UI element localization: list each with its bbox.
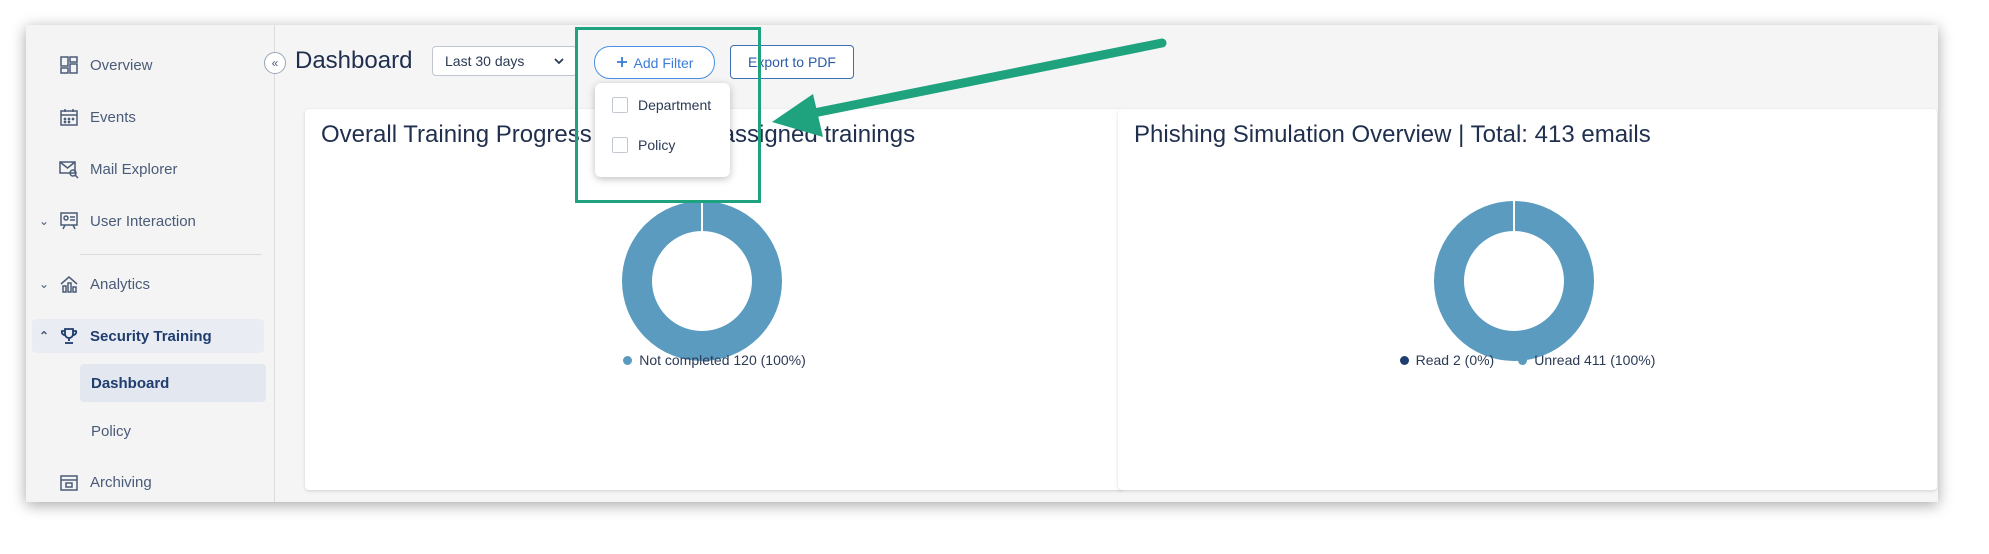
sidebar-subitem-policy[interactable]: Policy [80, 412, 266, 450]
sidebar-item-overview[interactable]: Overview [26, 48, 266, 82]
user-interaction-icon [58, 210, 80, 232]
chevron-down-icon: ⌄ [38, 277, 50, 291]
legend-dot [1518, 355, 1528, 365]
card-title: Phishing Simulation Overview | Total: 41… [1134, 121, 1651, 148]
legend-dot [623, 355, 633, 365]
donut-slice-not-completed [622, 201, 782, 361]
sidebar-item-archiving[interactable]: Archiving [26, 465, 266, 499]
legend-item[interactable]: Not completed 120 (100%) [623, 352, 806, 368]
sidebar-item-label: Analytics [90, 275, 151, 293]
calendar-icon [58, 106, 80, 128]
legend-label: Unread 411 (100%) [1534, 352, 1656, 368]
sidebar-subitem-label: Dashboard [91, 374, 170, 392]
sidebar-item-analytics[interactable]: ⌄ Analytics [26, 267, 266, 301]
annotation-highlight-box [575, 27, 761, 203]
sidebar-item-events[interactable]: Events [26, 100, 266, 134]
collapse-sidebar-icon[interactable]: « [264, 52, 286, 74]
chevron-down-icon [554, 54, 564, 68]
dashboard-grid-icon [58, 54, 80, 76]
page-title: Dashboard [295, 47, 413, 74]
sidebar-item-label: Events [90, 108, 136, 126]
chevron-down-icon: ⌄ [38, 214, 50, 228]
legend-item[interactable]: Read 2 (0%) [1399, 352, 1495, 368]
sidebar-item-mail-explorer[interactable]: Mail Explorer [26, 152, 266, 186]
phishing-donut-chart [1434, 201, 1594, 361]
sidebar-subitem-label: Policy [91, 422, 132, 440]
sidebar-item-label: Security Training [90, 327, 212, 345]
mail-search-icon [58, 158, 80, 180]
sidebar-item-security-training[interactable]: ⌃ Security Training [32, 319, 264, 353]
archive-icon [58, 471, 80, 493]
sidebar: Overview Events Mail Explorer ⌄ User Int… [26, 25, 275, 502]
legend-label: Not completed 120 (100%) [639, 352, 806, 368]
analytics-icon [58, 273, 80, 295]
app-window: Overview Events Mail Explorer ⌄ User Int… [26, 25, 1938, 502]
trophy-icon [58, 325, 80, 347]
date-range-value: Last 30 days [445, 53, 525, 69]
phishing-overview-card: Phishing Simulation Overview | Total: 41… [1118, 109, 1937, 490]
legend-dot [1399, 355, 1409, 365]
sidebar-item-label: User Interaction [90, 212, 196, 230]
legend-item[interactable]: Unread 411 (100%) [1518, 352, 1655, 368]
legend-label: Read 2 (0%) [1415, 352, 1495, 368]
date-range-select[interactable]: Last 30 days [432, 46, 577, 76]
donut-slice-unread [1434, 201, 1594, 361]
sidebar-item-label: Overview [90, 56, 153, 74]
sidebar-subitem-dashboard[interactable]: Dashboard [80, 364, 266, 402]
divider [80, 254, 262, 255]
sidebar-item-user-interaction[interactable]: ⌄ User Interaction [26, 204, 266, 238]
chart-legend: Read 2 (0%) Unread 411 (100%) [1118, 352, 1937, 368]
training-donut-chart [622, 201, 782, 361]
chart-legend: Not completed 120 (100%) [305, 352, 1124, 368]
chevron-up-icon: ⌃ [38, 329, 50, 343]
sidebar-item-label: Mail Explorer [90, 160, 178, 178]
sidebar-item-label: Archiving [90, 473, 152, 491]
